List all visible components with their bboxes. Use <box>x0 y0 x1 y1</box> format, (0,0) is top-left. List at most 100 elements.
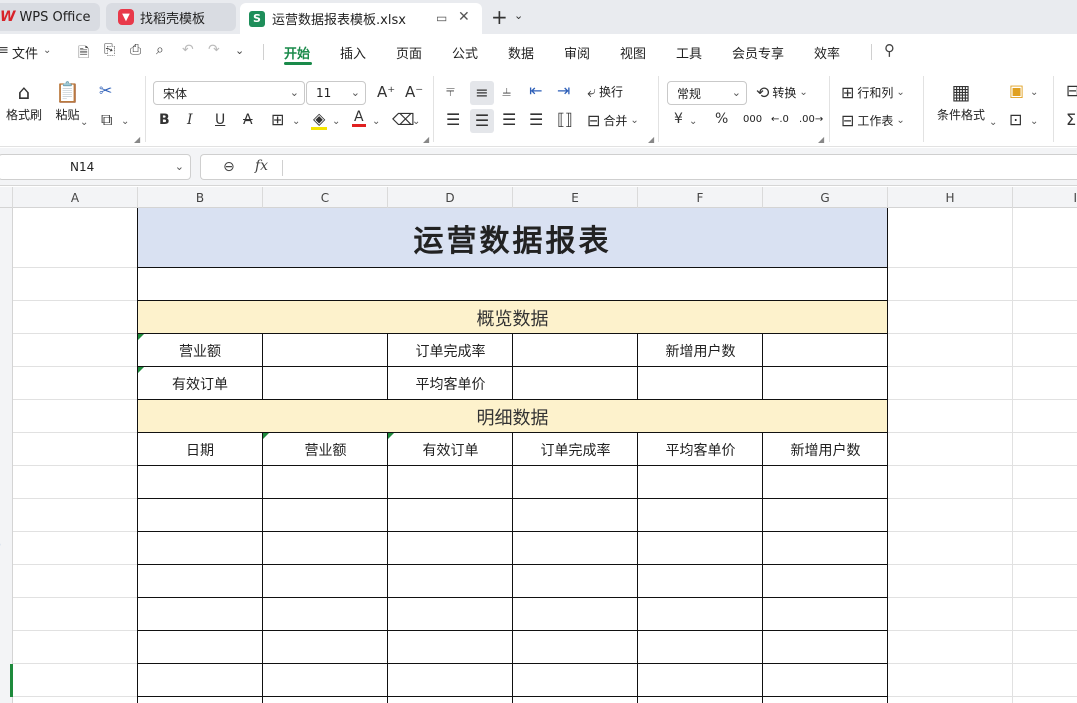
detail-header-valid-orders[interactable]: 有效订单 <box>388 433 513 466</box>
menu-tools[interactable]: 工具 <box>676 43 702 62</box>
cell-style-chevron-icon[interactable]: ⌄ <box>1030 87 1038 98</box>
error-indicator-icon[interactable] <box>388 433 394 439</box>
table-format-chevron-icon[interactable]: ⌄ <box>1030 116 1038 127</box>
tab-wps-office[interactable]: W WPS Office <box>0 3 100 31</box>
border-icon[interactable]: ⊞ <box>271 112 284 128</box>
blank-merged-row[interactable] <box>137 268 888 301</box>
formula-input[interactable] <box>291 160 991 176</box>
file-chevron-icon[interactable]: ⌄ <box>43 45 51 56</box>
overview-label-valid-orders[interactable]: 有效订单 <box>137 367 263 400</box>
font-color-chevron-icon[interactable]: ⌄ <box>372 116 380 127</box>
font-name-select[interactable]: 宋体 ⌄ <box>153 81 305 105</box>
detail-header-new-users[interactable]: 新增用户数 <box>763 433 888 466</box>
detail-header-completion[interactable]: 订单完成率 <box>513 433 638 466</box>
menu-home[interactable]: 开始 <box>284 43 310 62</box>
cell-style-icon[interactable]: ▣ <box>1009 83 1024 99</box>
paste-chevron-icon[interactable]: ⌄ <box>80 117 88 128</box>
alignment-dialog-icon[interactable]: ◢ <box>648 135 654 144</box>
overview-label-avg-price[interactable]: 平均客单价 <box>388 367 513 400</box>
cut-icon[interactable]: ✂ <box>99 83 112 99</box>
convert-button[interactable]: ⟲ 转换 ⌄ <box>756 84 808 101</box>
overview-value-revenue[interactable] <box>263 334 388 367</box>
redo-icon[interactable]: ↷ <box>208 42 220 58</box>
increase-font-icon[interactable]: A⁺ <box>377 85 395 100</box>
align-left-icon[interactable]: ☰ <box>446 112 460 128</box>
select-all-corner[interactable] <box>0 187 13 208</box>
column-header[interactable]: G <box>763 187 888 208</box>
detail-header-date[interactable]: 日期 <box>137 433 263 466</box>
overview-value-valid-orders[interactable] <box>263 367 388 400</box>
overview-value-new-users[interactable] <box>763 334 888 367</box>
row-number[interactable]: 2 <box>0 607 1 617</box>
strikethrough-icon[interactable]: A <box>243 113 253 127</box>
increase-indent-icon[interactable]: ⇥ <box>557 83 570 99</box>
font-size-select[interactable]: 11 ⌄ <box>306 81 366 105</box>
menu-view[interactable]: 视图 <box>620 43 646 62</box>
row-number[interactable]: 0 <box>0 541 1 551</box>
menu-review[interactable]: 审阅 <box>564 43 590 62</box>
underline-icon[interactable]: U <box>215 113 225 127</box>
menu-formula[interactable]: 公式 <box>452 43 478 62</box>
conditional-format-chevron-icon[interactable]: ⌄ <box>989 117 997 128</box>
border-chevron-icon[interactable]: ⌄ <box>292 116 300 127</box>
error-indicator-icon[interactable] <box>138 334 144 340</box>
tab-active-file[interactable]: S 运营数据报表模板.xlsx ▭ ✕ <box>240 3 482 34</box>
menu-efficiency[interactable]: 效率 <box>814 43 840 62</box>
overview-label-revenue[interactable]: 营业额 <box>137 334 263 367</box>
detail-header-revenue[interactable]: 营业额 <box>263 433 388 466</box>
clipboard-dialog-icon[interactable]: ◢ <box>134 135 140 144</box>
overview-section-title[interactable]: 概览数据 <box>137 301 888 334</box>
column-header[interactable]: A <box>13 187 138 208</box>
row-col-button[interactable]: ⊞ 行和列 ⌄ <box>841 84 905 101</box>
hamburger-icon[interactable]: ≡ <box>0 43 9 58</box>
function-icon[interactable]: fx <box>255 158 268 174</box>
italic-icon[interactable]: I <box>187 113 193 127</box>
overview-label-completion[interactable]: 订单完成率 <box>388 334 513 367</box>
merge-button[interactable]: ⊟ 合并 ⌄ <box>587 112 639 129</box>
close-tab-icon[interactable]: ✕ <box>458 9 470 25</box>
menu-file[interactable]: 文件 <box>12 43 38 62</box>
number-dialog-icon[interactable]: ◢ <box>818 135 824 144</box>
overview-value-completion[interactable] <box>513 334 638 367</box>
align-center-icon[interactable]: ☰ <box>470 109 494 133</box>
copy-chevron-icon[interactable]: ⌄ <box>121 116 129 127</box>
column-header[interactable]: I <box>1013 187 1077 208</box>
error-indicator-icon[interactable] <box>138 367 144 373</box>
print-preview-icon[interactable]: ⌕ <box>156 42 164 58</box>
quick-access-chevron-icon[interactable]: ⌄ <box>235 44 244 57</box>
font-dialog-icon[interactable]: ◢ <box>423 135 429 144</box>
paste-button[interactable]: 📋 粘贴 <box>55 82 80 123</box>
table-format-icon[interactable]: ⊡ <box>1009 112 1022 128</box>
menu-member[interactable]: 会员专享 <box>732 43 784 62</box>
fill-color-chevron-icon[interactable]: ⌄ <box>332 116 340 127</box>
fill-color-icon[interactable]: ◈ <box>311 111 328 130</box>
thousands-separator-icon[interactable]: 000 <box>743 114 762 125</box>
column-header[interactable]: D <box>388 187 513 208</box>
new-tab-icon[interactable]: + <box>491 5 508 29</box>
overview-label-new-users[interactable]: 新增用户数 <box>638 334 763 367</box>
distribute-icon[interactable]: ⟦⟧ <box>557 112 573 128</box>
report-title[interactable]: 运营数据报表 <box>137 208 888 268</box>
column-header[interactable]: E <box>513 187 638 208</box>
percent-icon[interactable]: % <box>715 112 728 126</box>
decrease-indent-icon[interactable]: ⇤ <box>529 83 542 99</box>
overview-empty-cell[interactable] <box>638 367 763 400</box>
tab-list-chevron-icon[interactable]: ⌄ <box>514 9 523 22</box>
print-icon[interactable]: ⎙ <box>130 42 141 58</box>
tab-template-store[interactable]: ▼ 找稻壳模板 <box>106 3 236 31</box>
wrap-text-button[interactable]: ⤶ 换行 <box>587 83 623 100</box>
align-bottom-icon[interactable]: ⫨ <box>502 83 511 99</box>
export-icon[interactable]: ⎘ <box>104 42 115 58</box>
copy-icon[interactable]: ⧉ <box>101 112 112 128</box>
font-color-icon[interactable]: A <box>352 110 366 127</box>
currency-icon[interactable]: ¥ <box>674 112 683 126</box>
name-box[interactable]: N14 ⌄ <box>0 154 191 180</box>
overview-empty-cell[interactable] <box>763 367 888 400</box>
decrease-decimal-icon[interactable]: .00→ <box>799 114 823 125</box>
detail-header-avg-price[interactable]: 平均客单价 <box>638 433 763 466</box>
overview-value-avg-price[interactable] <box>513 367 638 400</box>
sum-icon[interactable]: Σ <box>1066 112 1076 128</box>
worksheet-button[interactable]: ⊟ 工作表 ⌄ <box>841 112 905 129</box>
column-header[interactable]: H <box>888 187 1013 208</box>
number-format-select[interactable]: 常规 ⌄ <box>667 81 747 105</box>
